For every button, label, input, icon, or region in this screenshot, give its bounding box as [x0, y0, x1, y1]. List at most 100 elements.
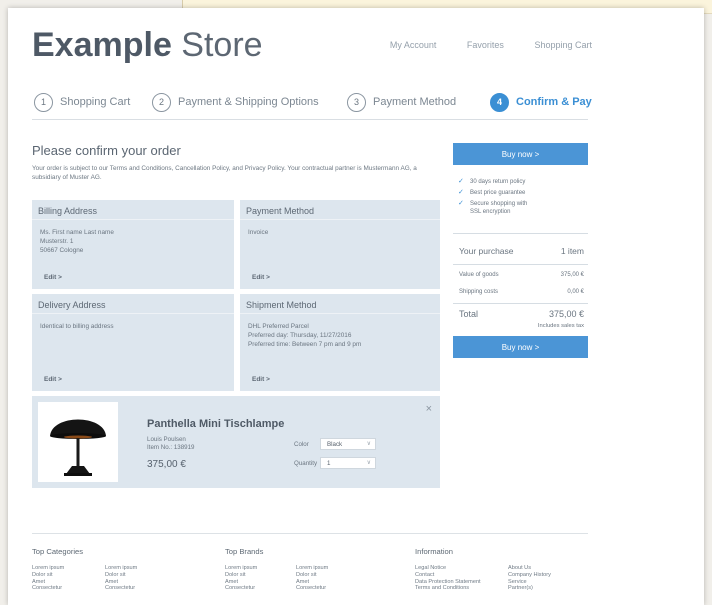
product-item-number: Item No.: 138919: [147, 444, 195, 451]
goods-row: Value of goods 375,00 €: [459, 272, 584, 278]
footer-link-list: Lorem ipsum Dolor sit Amet Consectetur: [225, 565, 257, 592]
footer-link[interactable]: Partner(s): [508, 585, 551, 592]
benefit-text: Best price guarantee: [470, 190, 526, 196]
step-number: 1: [34, 92, 53, 112]
chevron-down-icon: ∨: [366, 460, 371, 466]
address-line: 50667 Cologne: [40, 247, 84, 254]
footer-link[interactable]: About Us: [508, 565, 551, 572]
edit-delivery-link[interactable]: Edit >: [44, 376, 62, 383]
benefit-item: ✓ Best price guarantee: [458, 189, 538, 197]
footer-link[interactable]: Consectetur: [225, 585, 257, 592]
panel-title: Delivery Address: [32, 294, 234, 314]
shipping-label: Shipping costs: [459, 289, 499, 295]
footer-link[interactable]: Consectetur: [32, 585, 64, 592]
footer-link[interactable]: Amet: [225, 579, 257, 586]
remove-item-close-icon[interactable]: ×: [426, 403, 432, 415]
edit-billing-link[interactable]: Edit >: [44, 274, 62, 281]
logo-light: Store: [171, 26, 263, 64]
panel-title: Billing Address: [32, 200, 234, 220]
checkmark-icon: ✓: [458, 178, 464, 185]
summary-divider: [453, 264, 588, 265]
edit-payment-link[interactable]: Edit >: [252, 274, 270, 281]
quantity-value: 1: [327, 460, 331, 467]
panel-title: Shipment Method: [240, 294, 440, 314]
store-logo[interactable]: Example Store: [32, 26, 263, 65]
color-label: Color: [294, 441, 309, 448]
color-value: Black: [327, 441, 343, 448]
nav-shopping-cart[interactable]: Shopping Cart: [534, 40, 592, 50]
buy-now-button-bottom[interactable]: Buy now >: [453, 336, 588, 358]
footer-link[interactable]: Amet: [32, 579, 64, 586]
edit-shipment-link[interactable]: Edit >: [252, 376, 270, 383]
total-row: Total 375,00 €: [459, 309, 584, 319]
footer-brands-title: Top Brands: [225, 547, 264, 556]
goods-value: 375,00 €: [560, 272, 584, 278]
billing-address-panel: Billing Address Ms. First name Last name…: [32, 200, 234, 289]
shipment-line: DHL Preferred Parcel: [248, 323, 309, 330]
footer-link[interactable]: Lorem ipsum: [225, 565, 257, 572]
purchase-count: 1 item: [560, 246, 584, 256]
step-label: Payment Method: [373, 96, 457, 108]
step-number: 3: [347, 92, 366, 112]
footer-link[interactable]: Lorem ipsum: [105, 565, 137, 572]
step-payment-shipping-options[interactable]: 2 Payment & Shipping Options: [152, 91, 319, 113]
footer-link[interactable]: Dolor sit: [225, 572, 257, 579]
footer-link[interactable]: Dolor sit: [296, 572, 328, 579]
footer-link[interactable]: Dolor sit: [105, 572, 137, 579]
step-label: Confirm & Pay: [516, 96, 592, 108]
checkmark-icon: ✓: [458, 200, 464, 207]
benefit-item: ✓ Secure shopping with SSL encryption: [458, 200, 538, 216]
product-price: 375,00 €: [147, 459, 186, 470]
footer-link[interactable]: Lorem ipsum: [32, 565, 64, 572]
footer-link[interactable]: Contact: [415, 572, 481, 579]
total-value: 375,00 €: [548, 309, 584, 319]
buy-now-button-top[interactable]: Buy now >: [453, 143, 588, 165]
footer-link[interactable]: Consectetur: [296, 585, 328, 592]
footer-link[interactable]: Lorem ipsum: [296, 565, 328, 572]
checkout-steps: 1 Shopping Cart 2 Payment & Shipping Opt…: [32, 90, 592, 120]
shipping-row: Shipping costs 0,00 €: [459, 289, 584, 295]
shipment-method-panel: Shipment Method DHL Preferred Parcel Pre…: [240, 294, 440, 391]
nav-my-account[interactable]: My Account: [390, 40, 437, 50]
step-label: Shopping Cart: [60, 96, 131, 108]
footer-link[interactable]: Dolor sit: [32, 572, 64, 579]
address-line: Ms. First name Last name: [40, 229, 114, 236]
purchase-row: Your purchase 1 item: [459, 246, 584, 256]
billing-address-text: Ms. First name Last name Musterstr. 1 50…: [40, 228, 114, 255]
shipping-value: 0,00 €: [567, 289, 584, 295]
footer-link[interactable]: Terms and Conditions: [415, 585, 481, 592]
logo-bold: Example: [32, 26, 172, 64]
footer-link[interactable]: Company History: [508, 572, 551, 579]
payment-line: Invoice: [248, 229, 269, 236]
footer-link[interactable]: Legal Notice: [415, 565, 481, 572]
footer-link[interactable]: Consectetur: [105, 585, 137, 592]
product-brand: Louis Poulsen: [147, 436, 186, 443]
terms-notice: Your order is subject to our Terms and C…: [32, 165, 417, 181]
product-image[interactable]: [38, 402, 118, 482]
shipment-line: Preferred day: Thursday, 11/27/2016: [248, 332, 352, 339]
quantity-select[interactable]: 1 ∨: [320, 457, 376, 469]
benefits-list: ✓ 30 days return policy ✓ Best price gua…: [458, 178, 538, 219]
step-shopping-cart[interactable]: 1 Shopping Cart: [34, 91, 130, 113]
step-payment-method[interactable]: 3 Payment Method: [347, 91, 456, 113]
footer-link[interactable]: Service: [508, 579, 551, 586]
color-select[interactable]: Black ∨: [320, 438, 376, 450]
benefit-text: 30 days return policy: [470, 179, 526, 185]
benefit-text: Secure shopping with SSL encryption: [470, 201, 528, 215]
nav-favorites[interactable]: Favorites: [467, 40, 504, 50]
tax-note: Includes sales tax: [537, 323, 584, 329]
checkmark-icon: ✓: [458, 189, 464, 196]
footer-link[interactable]: Data Protection Statement: [415, 579, 481, 586]
goods-label: Value of goods: [459, 272, 499, 278]
top-navigation: My Account Favorites Shopping Cart: [362, 40, 592, 50]
delivery-address-text: Identical to billing address: [40, 322, 114, 331]
footer-link-list: Lorem ipsum Dolor sit Amet Consectetur: [32, 565, 64, 592]
product-name[interactable]: Panthella Mini Tischlampe: [147, 418, 284, 430]
footer-link-list: Lorem ipsum Dolor sit Amet Consectetur: [105, 565, 137, 592]
total-label: Total: [459, 309, 479, 319]
footer-link[interactable]: Amet: [296, 579, 328, 586]
shipment-method-text: DHL Preferred Parcel Preferred day: Thur…: [248, 322, 361, 349]
footer-link[interactable]: Amet: [105, 579, 137, 586]
step-confirm-pay[interactable]: 4 Confirm & Pay: [490, 91, 592, 113]
footer-categories-title: Top Categories: [32, 547, 84, 556]
